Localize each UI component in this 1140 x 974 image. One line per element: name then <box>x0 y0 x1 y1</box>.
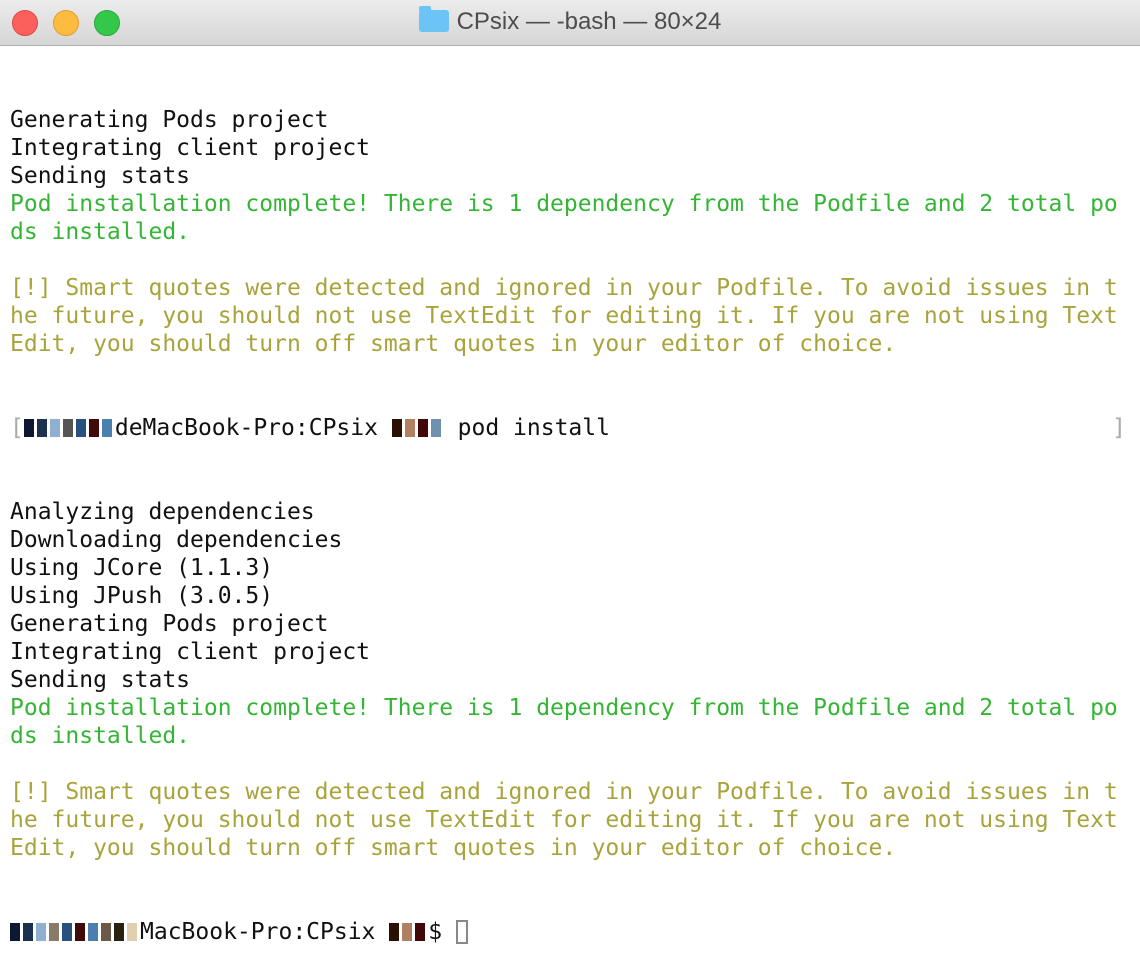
mark-bracket: ] <box>1112 415 1126 441</box>
output-line: Sending stats <box>10 163 191 189</box>
folder-icon <box>418 6 449 32</box>
output-line: Generating Pods project <box>10 611 329 637</box>
output-line: Sending stats <box>10 667 191 693</box>
terminal-output[interactable]: Generating Pods project Integrating clien… <box>0 46 1140 974</box>
prompt-line: MacBook-Pro:CPsix $ <box>10 918 1130 946</box>
output-line: [!] Smart quotes were detected and ignor… <box>10 275 1118 301</box>
redacted-username <box>10 920 140 941</box>
redacted-username <box>23 416 115 437</box>
output-line: Analyzing dependencies <box>10 499 315 525</box>
output-line: Edit, you should turn off smart quotes i… <box>10 835 897 861</box>
mark-bracket: [ <box>10 415 24 441</box>
output-line: he future, you should not use TextEdit f… <box>10 807 1118 833</box>
output-line: ds installed. <box>10 723 191 749</box>
title-bar: CPsix — -bash — 80×24 <box>0 0 1140 46</box>
redacted-username <box>389 920 428 941</box>
output-line: Downloading dependencies <box>10 527 343 553</box>
output-line: he future, you should not use TextEdit f… <box>10 303 1118 329</box>
window-title: CPsix — -bash — 80×24 <box>0 6 1140 36</box>
text-cursor <box>455 920 468 944</box>
output-line: Integrating client project <box>10 135 371 161</box>
prompt-line: [deMacBook-Pro:CPsix pod install] <box>10 415 1126 441</box>
output-line: ds installed. <box>10 219 191 245</box>
output-line: Using JPush (3.0.5) <box>10 583 274 609</box>
output-line: Pod installation complete! There is 1 de… <box>10 191 1118 217</box>
output-line: Pod installation complete! There is 1 de… <box>10 695 1118 721</box>
output-line: Generating Pods project <box>10 107 329 133</box>
output-line: Integrating client project <box>10 639 371 665</box>
output-line: Edit, you should turn off smart quotes i… <box>10 331 897 357</box>
redacted-username <box>391 416 444 437</box>
output-line: [!] Smart quotes were detected and ignor… <box>10 779 1118 805</box>
output-line: Using JCore (1.1.3) <box>10 555 274 581</box>
